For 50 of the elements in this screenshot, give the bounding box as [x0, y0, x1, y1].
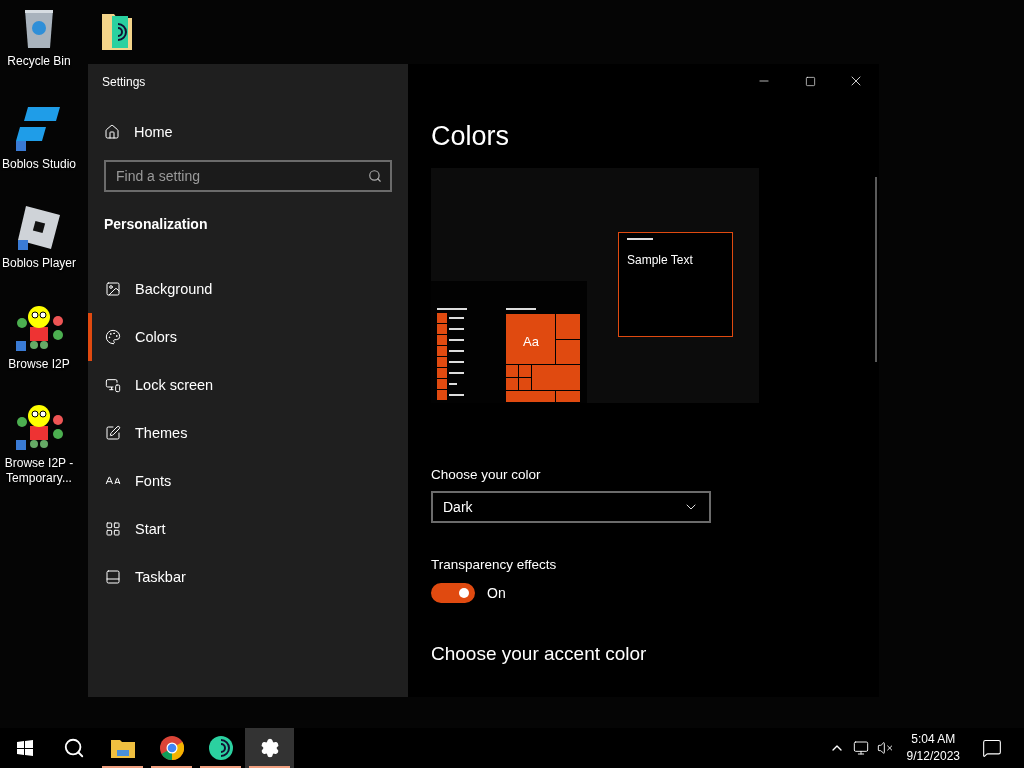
field-label: Transparency effects: [431, 557, 558, 572]
cartoon-figure-icon: [14, 303, 64, 353]
player-app-icon: [16, 204, 62, 252]
cartoon-figure-icon: [14, 402, 64, 452]
notifications-icon[interactable]: [982, 738, 1002, 758]
section-title: Personalization: [104, 216, 209, 232]
date-text: 9/12/2023: [906, 748, 960, 765]
nav-item[interactable]: Colors: [88, 313, 392, 361]
window-title: Settings: [102, 75, 147, 91]
clock[interactable]: 5:04 AM 9/12/2023: [906, 731, 960, 765]
image-icon: [105, 281, 121, 297]
nav-item[interactable]: Fonts: [88, 457, 392, 505]
windows-logo-icon: [16, 740, 33, 756]
page-title: Colors: [431, 121, 511, 153]
search-field[interactable]: Find a setting: [104, 160, 392, 192]
time-text: 5:04 AM: [911, 731, 956, 748]
screen-lock-icon: [105, 377, 121, 393]
desktop-icon-label[interactable]: Boblos Studio: [1, 157, 77, 172]
field-label: Choose your color: [431, 467, 542, 482]
search-icon: [62, 737, 85, 759]
maximize-icon[interactable]: [804, 75, 816, 87]
tor-icon: [208, 736, 233, 760]
tile-label: Aa: [523, 334, 539, 349]
nav-item[interactable]: Lock screen: [88, 361, 392, 409]
transparency-toggle[interactable]: [431, 583, 475, 603]
nav-item[interactable]: Themes: [88, 409, 392, 457]
folder-icon: [110, 738, 135, 758]
network-icon[interactable]: [852, 740, 869, 756]
desktop-icon-label[interactable]: Recycle Bin: [7, 54, 71, 69]
nav-item[interactable]: Start: [88, 505, 392, 553]
taskbar-icon: [105, 569, 121, 585]
color-dropdown[interactable]: Dark: [431, 491, 711, 523]
sample-text: Sample Text: [627, 253, 694, 267]
taskbar-button[interactable]: [245, 728, 294, 768]
settings-icon: [259, 738, 280, 758]
muted-volume-icon[interactable]: [876, 740, 893, 756]
pen-icon: [105, 425, 121, 441]
desktop-icon-label[interactable]: Browse I2P: [8, 357, 70, 372]
grid-icon: [105, 521, 121, 537]
section-heading: Choose your accent color: [431, 643, 648, 665]
nav-item[interactable]: Background: [88, 265, 392, 313]
desktop-icon-label[interactable]: Browse I2P - Temporary...: [0, 456, 78, 486]
toggle-state-label: On: [487, 585, 506, 601]
nav-item[interactable]: Taskbar: [88, 553, 392, 601]
palette-icon: [105, 329, 121, 345]
desktop-icon-label[interactable]: Boblos Player: [1, 256, 76, 271]
home-icon: [104, 124, 120, 140]
search-icon: [368, 169, 382, 183]
chrome-icon: [159, 736, 184, 760]
home-link[interactable]: Home: [104, 122, 392, 142]
